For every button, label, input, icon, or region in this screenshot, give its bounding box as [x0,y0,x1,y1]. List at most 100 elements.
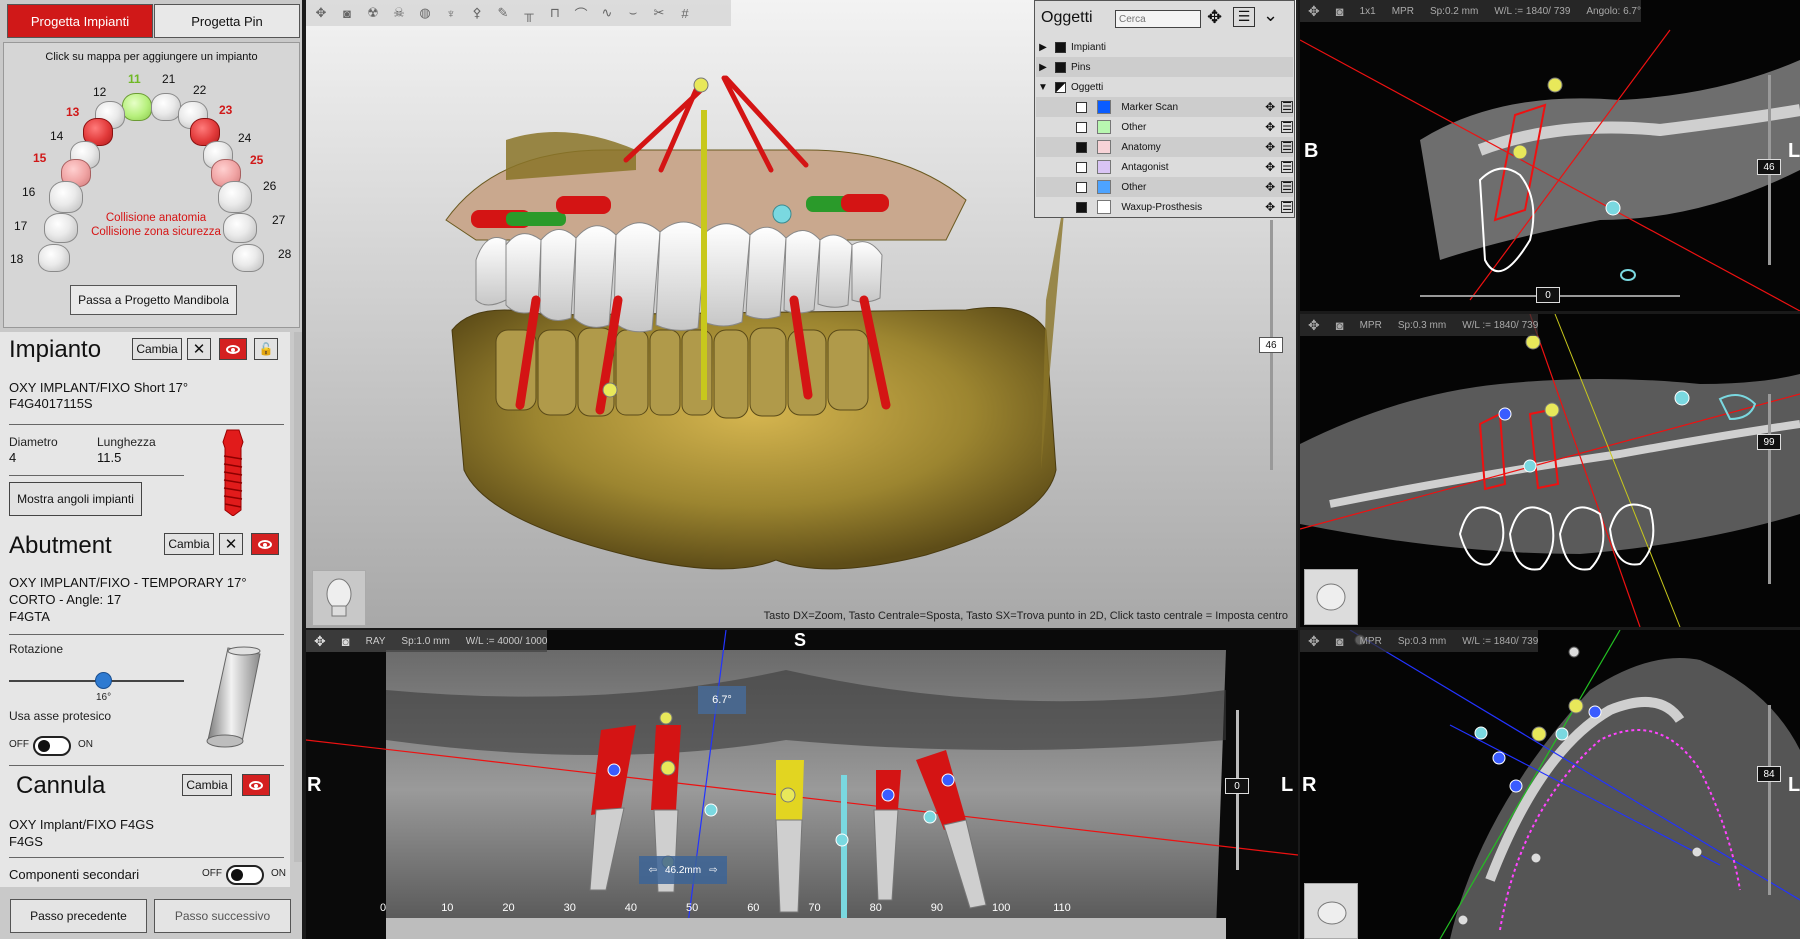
collapse-icon[interactable]: ▼ [1036,82,1050,93]
slice-mode: MPR [1359,635,1382,647]
slice-wl: W/L := 1840/ 739 [1462,635,1539,647]
camera-icon[interactable]: ◙ [1336,634,1344,649]
componenti-toggle[interactable] [226,865,264,885]
cannula-cambia-button[interactable]: Cambia [182,774,232,796]
checkbox[interactable] [1076,121,1087,133]
ogg-item[interactable]: Marker Scan ✥ ☰ [1036,97,1293,117]
cross-section-view[interactable]: ✥ ◙ 1x1 MPR Sp:0.2 mm W/L := 1840/ 739 A… [1300,0,1800,311]
tooth-18[interactable] [38,244,70,272]
move-icon[interactable]: ✥ [1265,100,1275,114]
checkbox[interactable] [1076,141,1087,153]
impianto-visibility-button[interactable] [219,338,247,360]
ogg-group-pins[interactable]: ▶ Pins [1036,57,1293,77]
ogg-item[interactable]: Waxup-Prosthesis ✥ ☰ [1036,197,1293,217]
move-icon[interactable]: ✥ [1265,200,1275,214]
move-icon[interactable]: ✥ [1207,7,1222,28]
abutment-title: Abutment [9,532,112,559]
tab-progetta-impianti[interactable]: Progetta Impianti [7,4,153,38]
abutment-visibility-button[interactable] [251,533,279,555]
cross-bottom-value[interactable]: 0 [1536,287,1560,303]
tooth-16[interactable] [49,181,83,213]
color-swatch[interactable] [1096,160,1112,174]
panoramic-view[interactable]: ✥ ◙ RAY Sp:1.0 mm W/L := 4000/ 1000 S R … [306,630,1298,939]
arrow-left-icon[interactable]: ⇦ [649,865,657,876]
lunghezza-value: 11.5 [97,450,122,465]
move-icon[interactable]: ✥ [1308,3,1320,20]
impianto-lock-button[interactable]: 🔓 [254,338,278,360]
passo-precedente-button[interactable]: Passo precedente [10,899,147,933]
color-swatch[interactable] [1096,120,1112,134]
pano-slider-value[interactable]: 0 [1225,778,1249,794]
axial-view[interactable]: ✥ ◙ MPR Sp:0.3 mm W/L := 1840/ 739 99 [1300,314,1800,627]
move-icon[interactable]: ✥ [1308,317,1320,334]
ogg-item[interactable]: Other ✥ ☰ [1036,177,1293,197]
usa-asse-toggle[interactable] [33,736,71,756]
tooth-21[interactable] [151,93,181,121]
camera-icon[interactable]: ◙ [1336,4,1344,19]
menu-icon[interactable]: ☰ [1281,101,1293,113]
impianto-cambia-button[interactable]: Cambia [132,338,182,360]
checkbox[interactable] [1055,41,1066,53]
passa-mandibola-button[interactable]: Passa a Progetto Mandibola [70,285,237,315]
arrow-right-icon[interactable]: ⇨ [709,865,717,876]
ogg-item[interactable]: Antagonist ✥ ☰ [1036,157,1293,177]
menu-icon[interactable]: ☰ [1281,181,1293,193]
ogg-item[interactable]: Anatomy ✥ ☰ [1036,137,1293,157]
tab-progetta-pin[interactable]: Progetta Pin [154,4,300,38]
props-scrollbar[interactable] [294,332,302,862]
slice-view[interactable]: ✥ ◙ MPR Sp:0.3 mm W/L := 1840/ 739 R L 8… [1300,630,1800,939]
checkbox[interactable] [1055,61,1066,73]
abutment-cambia-button[interactable]: Cambia [164,533,214,555]
move-icon[interactable]: ✥ [1265,120,1275,134]
abutment-delete-button[interactable]: ✕ [219,533,243,555]
ogg-group-impianti[interactable]: ▶ Impianti [1036,37,1293,57]
axial-orientation-icon[interactable] [1304,569,1358,625]
color-swatch[interactable] [1096,200,1112,214]
tooth-number: 22 [193,83,207,97]
move-icon[interactable]: ✥ [1265,140,1275,154]
ogg-group-oggetti[interactable]: ▼ Oggetti [1036,77,1293,97]
impianto-delete-button[interactable]: ✕ [187,338,211,360]
rotazione-slider-knob[interactable] [95,672,112,689]
move-icon[interactable]: ✥ [1308,633,1320,650]
checkbox[interactable] [1076,201,1087,213]
menu-icon[interactable]: ☰ [1281,161,1293,173]
color-swatch[interactable] [1096,100,1112,114]
axial-slider-track[interactable] [1768,394,1771,584]
checkbox[interactable] [1055,81,1066,93]
head-orientation-icon[interactable] [312,570,366,626]
passo-successivo-button[interactable]: Passo successivo [154,899,291,933]
dental-arch-map[interactable]: Click su mappa per aggiungere un impiant… [3,42,300,328]
view3d-slider-value[interactable]: 46 [1259,337,1283,353]
checkbox[interactable] [1076,161,1087,173]
menu-icon[interactable]: ☰ [1233,7,1255,27]
tooth-28[interactable] [232,244,264,272]
chevron-down-icon[interactable]: ⌄ [1263,5,1278,26]
checkbox[interactable] [1076,181,1087,193]
camera-icon[interactable]: ◙ [1336,318,1344,333]
axial-slider-value[interactable]: 99 [1757,434,1781,450]
menu-icon[interactable]: ☰ [1281,141,1293,153]
slice-orientation-icon[interactable] [1304,883,1358,939]
menu-icon[interactable]: ☰ [1281,121,1293,133]
cannula-visibility-button[interactable] [242,774,270,796]
slice-slider-track[interactable] [1768,705,1771,895]
menu-icon[interactable]: ☰ [1281,201,1293,213]
camera-icon[interactable]: ◙ [342,634,350,649]
tooth-11[interactable] [122,93,152,121]
slice-slider-value[interactable]: 84 [1757,766,1781,782]
pano-measure[interactable]: ⇦ 46.2mm ⇨ [639,856,727,884]
color-swatch[interactable] [1096,140,1112,154]
expand-icon[interactable]: ▶ [1036,62,1050,73]
move-icon[interactable]: ✥ [1265,160,1275,174]
checkbox[interactable] [1076,101,1087,113]
oggetti-search-input[interactable] [1115,10,1201,28]
mostra-angoli-button[interactable]: Mostra angoli impianti [9,482,142,516]
tooth-26[interactable] [218,181,252,213]
expand-icon[interactable]: ▶ [1036,42,1050,53]
cross-slider-value[interactable]: 46 [1757,159,1781,175]
color-swatch[interactable] [1096,180,1112,194]
ogg-item[interactable]: Other ✥ ☰ [1036,117,1293,137]
move-icon[interactable]: ✥ [1265,180,1275,194]
move-icon[interactable]: ✥ [314,633,326,650]
